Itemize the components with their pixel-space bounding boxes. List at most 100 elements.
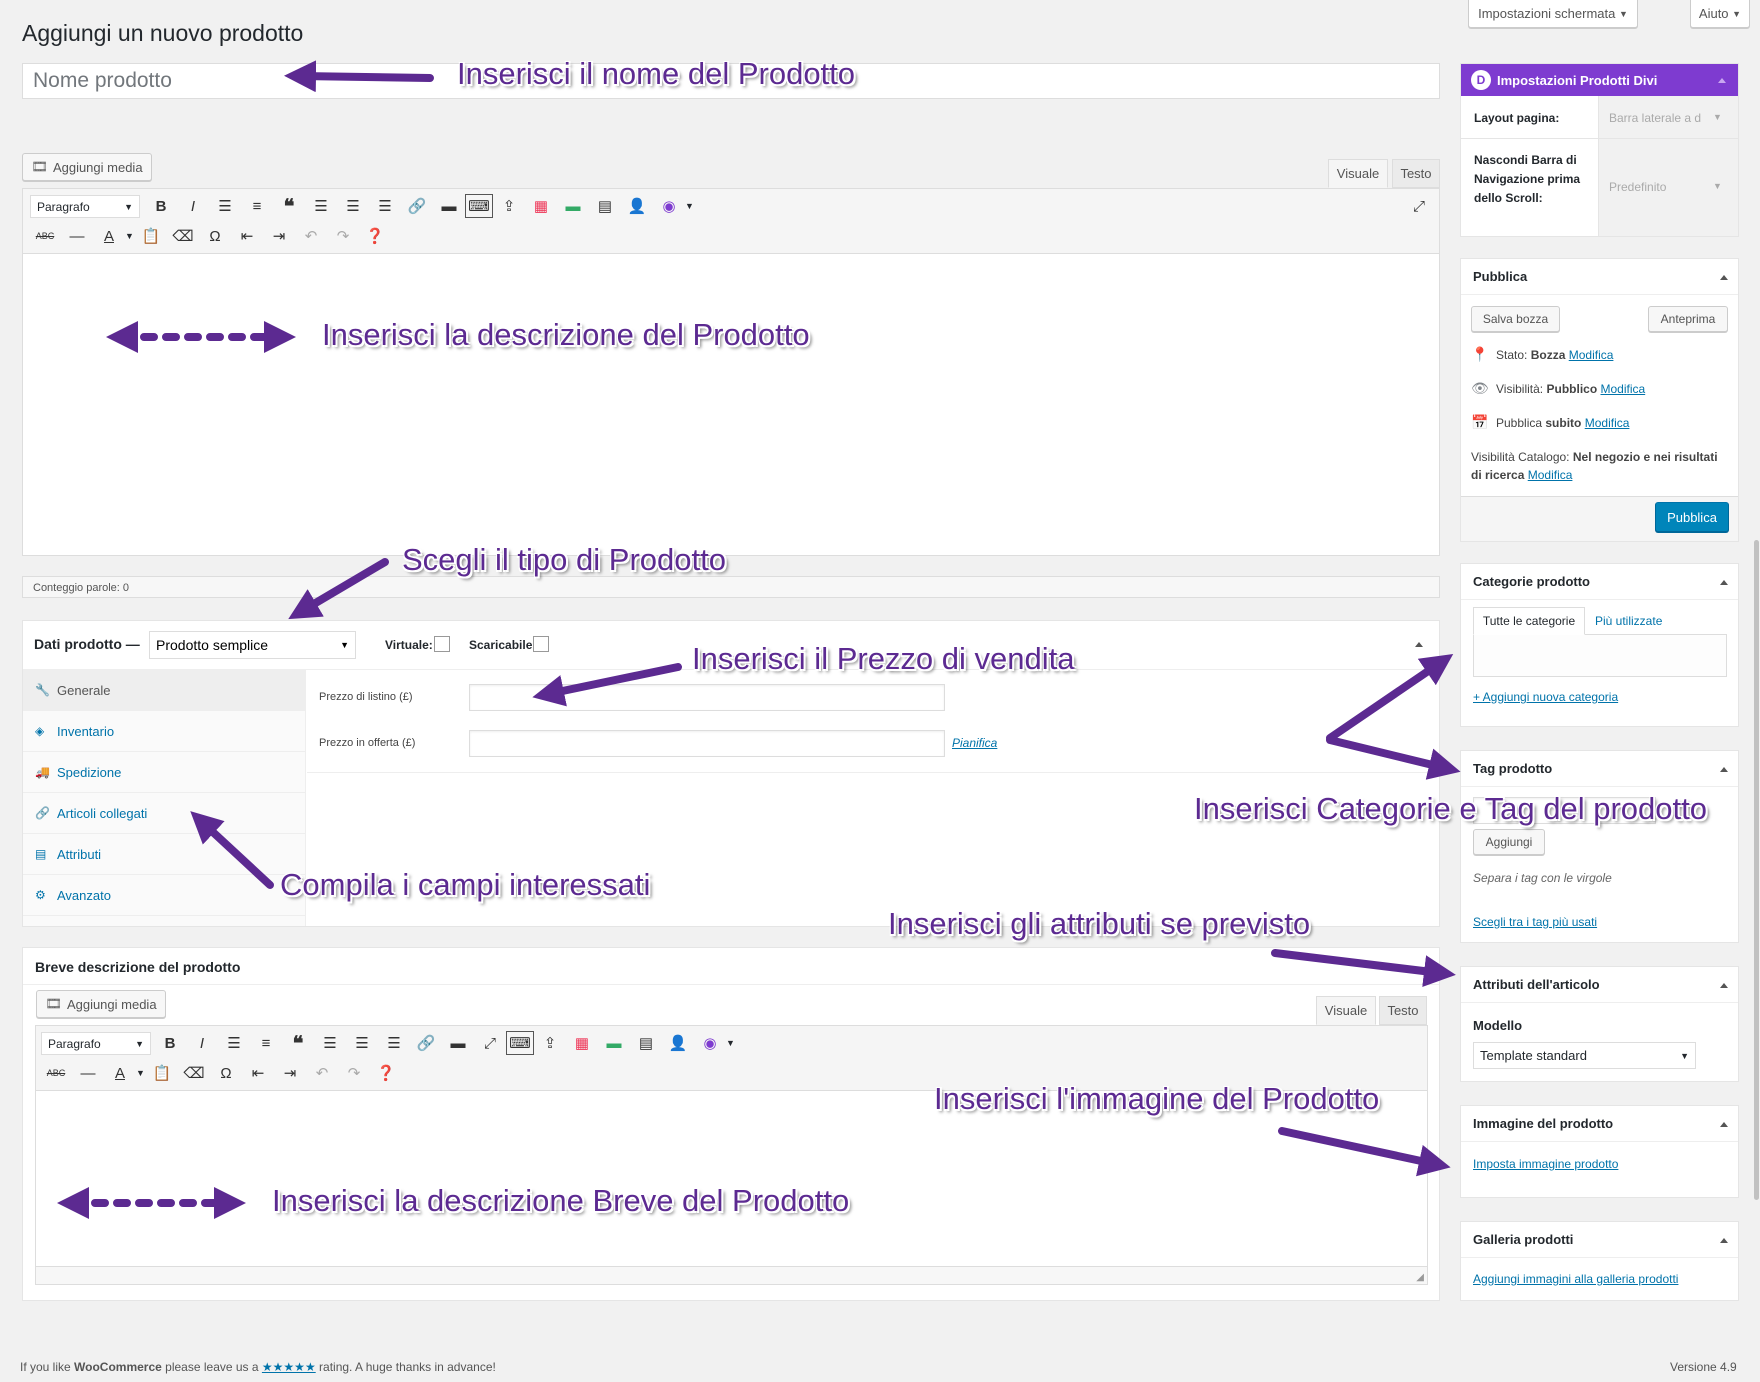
collapse-toggle-icon[interactable] (1415, 642, 1423, 647)
fullscreen-icon[interactable]: ⤢ (1403, 193, 1435, 219)
divi-icon[interactable]: ◉ (694, 1030, 726, 1056)
paste-text-icon[interactable]: 📋 (135, 223, 167, 249)
layer-icon[interactable]: ▬ (557, 193, 589, 219)
tab-all-categories[interactable]: Tutte le categorie (1473, 607, 1585, 635)
editor-content[interactable] (22, 254, 1440, 556)
undo-icon[interactable]: ↶ (295, 223, 327, 249)
table-icon[interactable]: ▤ (630, 1030, 662, 1056)
tab-inventario[interactable]: ◈ Inventario (23, 711, 306, 752)
collapse-toggle-icon[interactable] (1718, 78, 1726, 83)
divi-icon[interactable]: ◉ (653, 193, 685, 219)
align-left-icon[interactable]: ☰ (305, 193, 337, 219)
link-icon[interactable]: 🔗 (410, 1030, 442, 1056)
horizontal-line-icon[interactable]: — (72, 1060, 104, 1086)
omega-icon[interactable]: Ω (199, 223, 231, 249)
blockquote-icon[interactable]: ❝ (273, 193, 305, 219)
product-type-select[interactable]: Prodotto semplice ▼ (149, 631, 356, 659)
short-tab-text[interactable]: Testo (1379, 996, 1427, 1025)
bullet-list-icon[interactable]: ☰ (209, 193, 241, 219)
numbered-list-icon[interactable]: ≡ (241, 193, 273, 219)
strikethrough-icon[interactable]: ABC (29, 223, 61, 249)
collapse-toggle-icon[interactable] (1720, 767, 1728, 772)
fullscreen-icon[interactable]: ⤢ (474, 1030, 506, 1056)
tab-articoli-collegati[interactable]: 🔗 Articoli collegati (23, 793, 306, 834)
tab-attributi[interactable]: ▤ Attributi (23, 834, 306, 875)
align-left-icon[interactable]: ☰ (314, 1030, 346, 1056)
publish-date-edit-link[interactable]: Modifica (1585, 416, 1630, 430)
redo-icon[interactable]: ↷ (327, 223, 359, 249)
strikethrough-icon[interactable]: ABC (40, 1060, 72, 1086)
short-format-select[interactable]: Paragrafo ▼ (41, 1032, 151, 1055)
omega-icon[interactable]: Ω (210, 1060, 242, 1086)
color-grid-icon[interactable]: ▦ (525, 193, 557, 219)
tab-avanzato[interactable]: ⚙ Avanzato (23, 875, 306, 916)
tab-text[interactable]: Testo (1392, 159, 1440, 188)
color-grid-icon[interactable]: ▦ (566, 1030, 598, 1056)
upload-icon[interactable]: ⇪ (534, 1030, 566, 1056)
link-icon[interactable]: 🔗 (401, 193, 433, 219)
collapse-toggle-icon[interactable] (1720, 1238, 1728, 1243)
divi-nav-select[interactable]: Predefinito (1609, 180, 1729, 194)
save-draft-button[interactable]: Salva bozza (1471, 306, 1560, 332)
collapse-toggle-icon[interactable] (1720, 983, 1728, 988)
numbered-list-icon[interactable]: ≡ (250, 1030, 282, 1056)
help-icon[interactable]: ❓ (370, 1060, 402, 1086)
screen-options-button[interactable]: Impostazioni schermata ▼ (1468, 0, 1638, 28)
set-product-image-link[interactable]: Imposta immagine prodotto (1473, 1157, 1618, 1171)
downloadable-checkbox[interactable] (533, 636, 549, 652)
chevron-down-icon[interactable]: ▼ (685, 201, 694, 211)
visibility-edit-link[interactable]: Modifica (1601, 382, 1646, 396)
blockquote-icon[interactable]: ❝ (282, 1030, 314, 1056)
bold-icon[interactable]: B (154, 1030, 186, 1056)
format-select[interactable]: Paragrafo ▼ (30, 195, 140, 218)
virtual-checkbox[interactable] (434, 636, 450, 652)
text-color-icon[interactable]: A (104, 1060, 136, 1086)
align-right-icon[interactable]: ☰ (378, 1030, 410, 1056)
table-icon[interactable]: ▤ (589, 193, 621, 219)
preview-button[interactable]: Anteprima (1648, 306, 1728, 332)
catalog-edit-link[interactable]: Modifica (1528, 468, 1573, 482)
clear-format-icon[interactable]: ⌫ (178, 1060, 210, 1086)
user-icon[interactable]: 👤 (662, 1030, 694, 1056)
tab-visual[interactable]: Visuale (1328, 159, 1388, 188)
add-gallery-images-link[interactable]: Aggiungi immagini alla galleria prodotti (1473, 1272, 1678, 1286)
collapse-toggle-icon[interactable] (1720, 275, 1728, 280)
chevron-down-icon[interactable]: ▼ (125, 231, 135, 241)
indent-icon[interactable]: ⇥ (274, 1060, 306, 1086)
short-editor-content[interactable] (35, 1091, 1428, 1267)
keyboard-icon[interactable]: ⌨ (465, 194, 493, 218)
upload-icon[interactable]: ⇪ (493, 193, 525, 219)
outdent-icon[interactable]: ⇤ (231, 223, 263, 249)
add-media-button[interactable]: 🎞 Aggiungi media (22, 153, 152, 181)
paste-text-icon[interactable]: 📋 (146, 1060, 178, 1086)
indent-icon[interactable]: ⇥ (263, 223, 295, 249)
help-icon[interactable]: ❓ (359, 223, 391, 249)
bold-icon[interactable]: B (145, 193, 177, 219)
bullet-list-icon[interactable]: ☰ (218, 1030, 250, 1056)
model-select[interactable]: Template standard ▼ (1473, 1042, 1696, 1069)
chevron-down-icon[interactable]: ▼ (136, 1068, 146, 1078)
user-icon[interactable]: 👤 (621, 193, 653, 219)
italic-icon[interactable]: I (177, 193, 209, 219)
horizontal-line-icon[interactable]: — (61, 223, 93, 249)
layer-icon[interactable]: ▬ (598, 1030, 630, 1056)
rating-stars-link[interactable]: ★★★★★ (262, 1360, 316, 1374)
collapse-toggle-icon[interactable] (1720, 1122, 1728, 1127)
choose-tags-link[interactable]: Scegli tra i tag più usati (1473, 915, 1597, 929)
collapse-toggle-icon[interactable] (1720, 580, 1728, 585)
regular-price-input[interactable] (469, 684, 945, 711)
italic-icon[interactable]: I (186, 1030, 218, 1056)
text-color-icon[interactable]: A (93, 223, 125, 249)
divi-box-header[interactable]: D Impostazioni Prodotti Divi (1461, 64, 1738, 96)
sale-price-input[interactable] (469, 730, 945, 757)
align-right-icon[interactable]: ☰ (369, 193, 401, 219)
read-more-icon[interactable]: ▬ (442, 1030, 474, 1056)
help-button[interactable]: Aiuto ▼ (1690, 0, 1750, 28)
read-more-icon[interactable]: ▬ (433, 193, 465, 219)
status-edit-link[interactable]: Modifica (1569, 348, 1614, 362)
tab-spedizione[interactable]: 🚚 Spedizione (23, 752, 306, 793)
outdent-icon[interactable]: ⇤ (242, 1060, 274, 1086)
clear-format-icon[interactable]: ⌫ (167, 223, 199, 249)
tab-popular-categories[interactable]: Più utilizzate (1595, 614, 1662, 628)
add-tag-button[interactable]: Aggiungi (1473, 829, 1545, 855)
